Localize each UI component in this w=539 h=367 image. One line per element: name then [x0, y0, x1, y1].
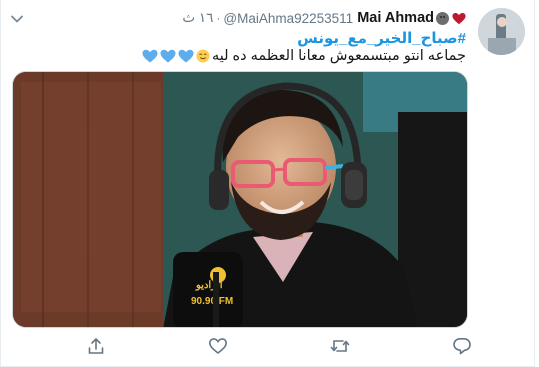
blue-heart-icon	[142, 49, 158, 63]
share-icon[interactable]	[86, 336, 106, 356]
author-name[interactable]: Mai Ahmad	[357, 10, 434, 26]
tweet-photo[interactable]: الراديو 90.90 FM	[12, 71, 468, 328]
tweet-text-content: جماعه انتو مبتسمعوش معانا العظمه ده ليه	[211, 48, 466, 64]
tweet-header: ١٦ ث · @MaiAhma92253511 Mai Ahmad	[182, 9, 466, 27]
tweet-actions	[1, 336, 536, 356]
mic-frequency-text: 90.90 FM	[191, 296, 233, 307]
radio-host-photo: الراديو 90.90 FM	[13, 72, 467, 327]
author-handle[interactable]: @MaiAhma92253511	[223, 11, 353, 26]
like-icon[interactable]	[208, 336, 228, 356]
reply-icon[interactable]	[452, 336, 472, 356]
separator-dot: ·	[216, 11, 221, 25]
red-heart-icon	[452, 12, 466, 24]
avatar[interactable]	[478, 8, 525, 55]
relieved-face-icon	[196, 49, 210, 63]
tweet[interactable]: ١٦ ث · @MaiAhma92253511 Mai Ahmad #صباح_…	[0, 0, 535, 367]
neutral-face-icon	[436, 11, 449, 25]
blue-heart-icon	[160, 49, 176, 63]
tweet-hashtag[interactable]: #صباح_الخير_مع_يونس	[297, 29, 466, 47]
tweet-time[interactable]: ١٦ ث	[182, 10, 213, 26]
retweet-icon[interactable]	[330, 336, 350, 356]
chevron-down-icon[interactable]	[9, 11, 25, 27]
tweet-text: جماعه انتو مبتسمعوش معانا العظمه ده ليه	[142, 48, 466, 64]
blue-heart-icon	[178, 49, 194, 63]
